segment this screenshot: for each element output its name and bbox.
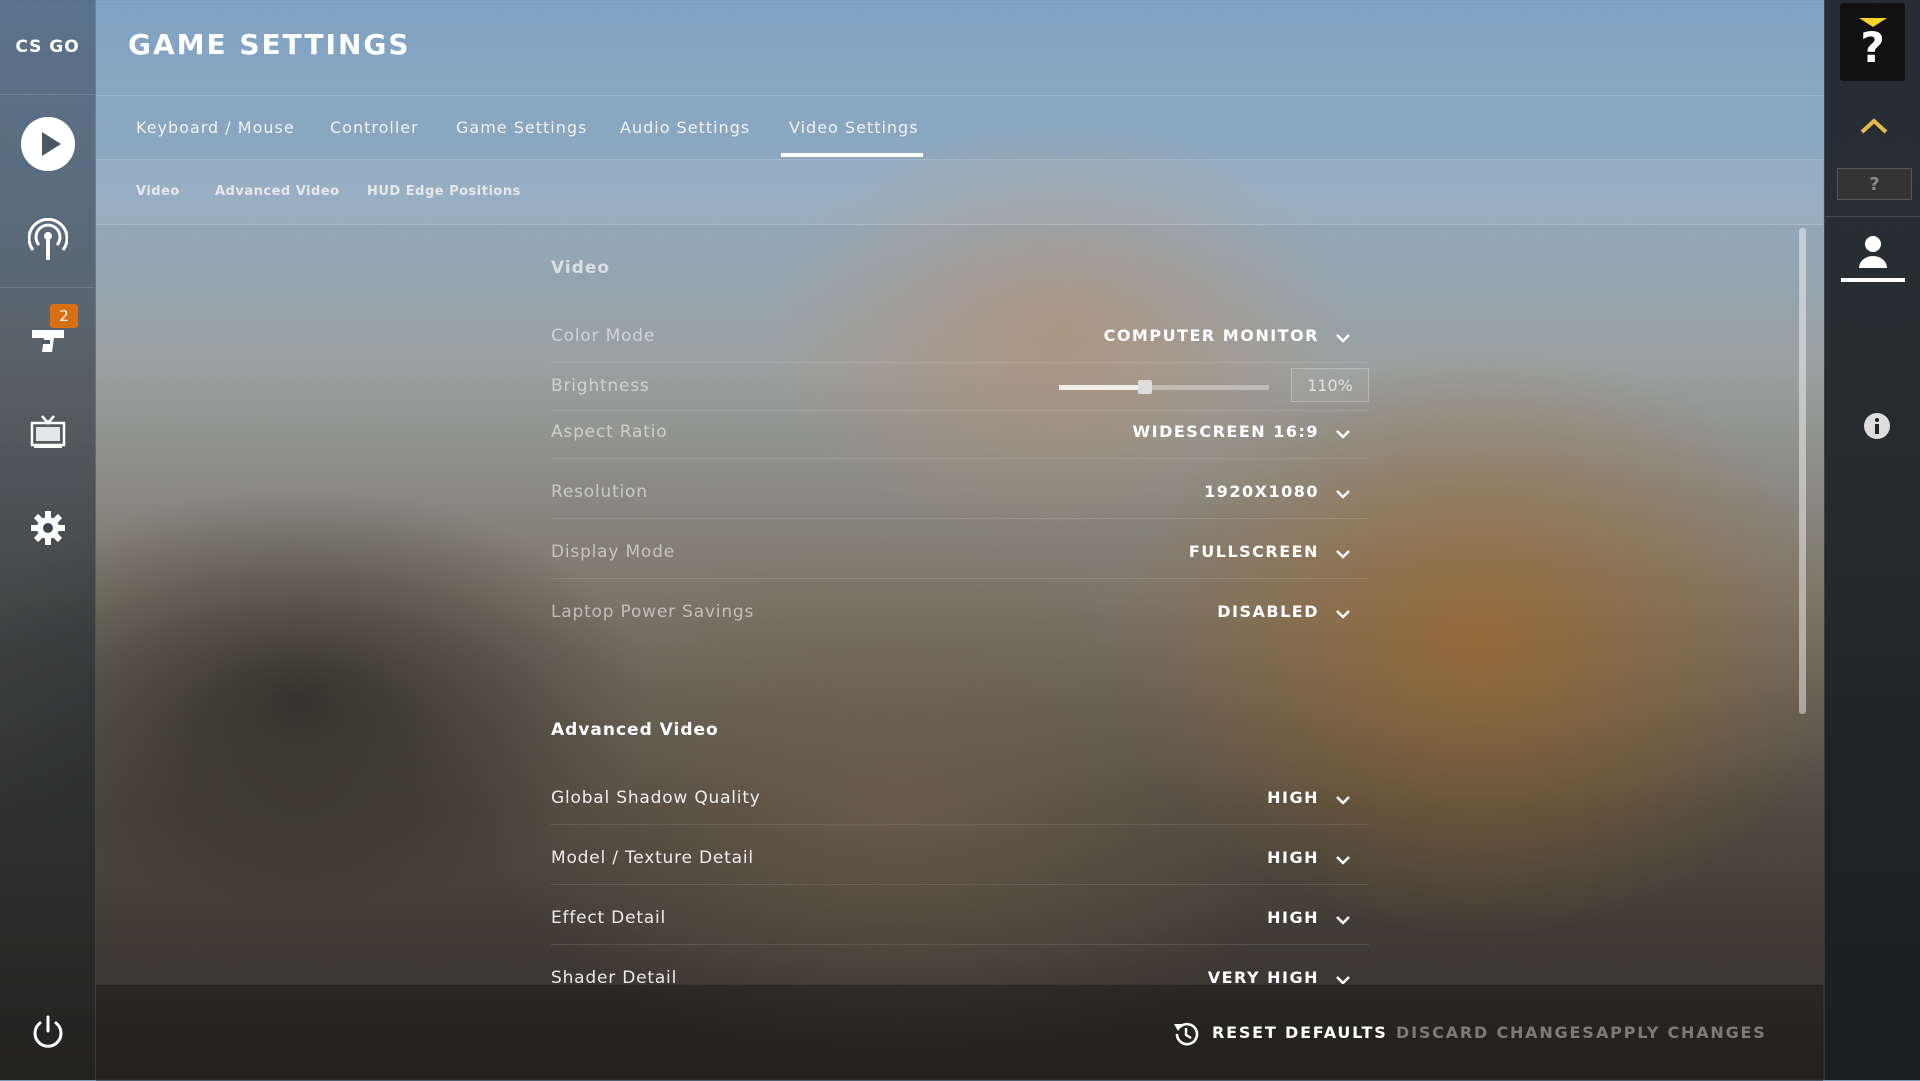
tab-audio-settings[interactable]: Audio Settings [620,118,750,137]
setting-row-display-mode[interactable]: Display Mode FULLSCREEN [551,530,1369,579]
chevron-down-icon [1336,490,1350,499]
inventory-badge: 2 [50,304,78,328]
setting-value[interactable]: VERY HIGH [1208,968,1319,984]
chevron-down-icon [1336,976,1350,984]
broadcast-icon [27,217,68,260]
setting-label: Display Mode [551,542,675,562]
settings-tabs: Keyboard / Mouse Controller Game Setting… [96,96,1823,160]
chevron-down-icon [1336,610,1350,619]
info-icon[interactable] [1863,412,1891,440]
setting-row-shader-detail[interactable]: Shader Detail VERY HIGH [551,956,1369,984]
rightbar-divider [1825,216,1920,217]
reset-history-icon [1174,1022,1199,1046]
quit-button[interactable] [0,984,95,1079]
setting-value[interactable]: HIGH [1267,908,1319,927]
setting-value[interactable]: WIDESCREEN 16:9 [1132,422,1319,441]
setting-row-model-texture-detail[interactable]: Model / Texture Detail HIGH [551,836,1369,885]
tab-video-settings[interactable]: Video Settings [781,118,923,157]
brightness-slider[interactable] [1059,380,1269,394]
setting-label: Model / Texture Detail [551,848,754,868]
setting-label: Shader Detail [551,968,678,984]
reset-defaults-button[interactable]: RESET DEFAULTS [1212,1023,1388,1042]
setting-value[interactable]: 1920X1080 [1204,482,1319,501]
setting-row-resolution[interactable]: Resolution 1920X1080 [551,470,1369,519]
logo-text: CS GO [15,37,80,57]
user-icon[interactable] [1857,234,1889,270]
setting-row-laptop-power-savings[interactable]: Laptop Power Savings DISABLED [551,590,1369,638]
setting-label: Effect Detail [551,908,667,928]
help-button[interactable]: ? [1840,3,1905,81]
chevron-up-icon[interactable] [1859,116,1889,136]
setting-value[interactable]: HIGH [1267,848,1319,867]
setting-row-color-mode[interactable]: Color Mode COMPUTER MONITOR [551,314,1369,363]
apply-changes-button[interactable]: APPLY CHANGES [1596,1023,1767,1042]
sidebar-divider [0,287,95,288]
subtab-video[interactable]: Video [136,184,180,199]
chevron-down-icon [1336,856,1350,865]
power-icon [33,1015,62,1048]
setting-value[interactable]: DISABLED [1217,602,1319,621]
page-header: GAME SETTINGS [96,0,1823,96]
settings-footer: RESET DEFAULTS DISCARD CHANGES APPLY CHA… [96,984,1823,1081]
watch-button[interactable] [0,384,95,479]
setting-label: Brightness [551,376,650,396]
chevron-down-icon [1336,430,1350,439]
setting-row-aspect-ratio[interactable]: Aspect Ratio WIDESCREEN 16:9 [551,410,1369,459]
brightness-slider-fill [1059,385,1146,390]
setting-label: Global Shadow Quality [551,788,761,808]
subtab-advanced-video[interactable]: Advanced Video [215,184,340,199]
setting-label: Laptop Power Savings [551,602,755,622]
tab-game-settings[interactable]: Game Settings [456,118,587,137]
rank-help-button[interactable]: ? [1837,168,1912,200]
brightness-slider-handle[interactable] [1138,380,1153,394]
question-icon: ? [1860,22,1885,72]
watch-broadcast-button[interactable] [0,192,95,287]
chevron-down-icon [1336,916,1350,925]
setting-value[interactable]: COMPUTER MONITOR [1104,326,1319,345]
section-title-video: Video [551,258,611,278]
gear-icon [30,510,65,545]
settings-scrollbar[interactable] [1799,228,1806,714]
settings-subtabs: Video Advanced Video HUD Edge Positions [96,160,1823,225]
setting-value[interactable]: FULLSCREEN [1189,542,1319,561]
setting-label: Aspect Ratio [551,422,668,442]
question-icon: ? [1869,173,1880,195]
setting-row-brightness: Brightness 110% [551,362,1369,411]
chevron-down-icon [1336,796,1350,805]
section-title-advanced-video: Advanced Video [551,720,719,740]
tab-controller[interactable]: Controller [330,118,419,137]
csgo-logo[interactable]: CS GO [0,0,95,95]
setting-row-global-shadow-quality[interactable]: Global Shadow Quality HIGH [551,776,1369,825]
tab-keyboard-mouse[interactable]: Keyboard / Mouse [136,118,295,137]
setting-value[interactable]: HIGH [1267,788,1319,807]
settings-content: Video Color Mode COMPUTER MONITOR Bright… [551,224,1369,984]
subtab-hud-edge-positions[interactable]: HUD Edge Positions [367,184,521,199]
main-sidebar: CS GO 2 [0,0,96,1080]
inventory-button[interactable] [0,290,95,385]
setting-label: Resolution [551,482,648,502]
brightness-value-box[interactable]: 110% [1291,368,1369,402]
chevron-down-icon [1336,550,1350,559]
tv-icon [30,414,65,448]
setting-row-effect-detail[interactable]: Effect Detail HIGH [551,896,1369,945]
user-tab-indicator [1841,278,1905,282]
play-button[interactable] [0,96,95,191]
chevron-down-icon [1336,334,1350,343]
settings-button[interactable] [0,480,95,575]
play-icon [20,116,75,171]
page-title: GAME SETTINGS [128,28,411,61]
discard-changes-button[interactable]: DISCARD CHANGES [1396,1023,1596,1042]
right-sidebar: ? ? [1824,0,1920,1080]
setting-label: Color Mode [551,326,656,346]
